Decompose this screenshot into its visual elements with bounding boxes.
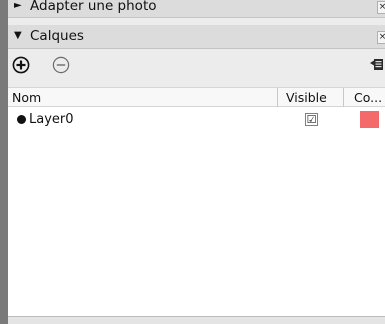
column-header-visible[interactable]: Visible	[286, 90, 327, 105]
details-button[interactable]	[370, 56, 385, 74]
panel-title-adapter-photo: Adapter une photo	[30, 0, 157, 14]
column-header-nom[interactable]: Nom	[12, 90, 41, 105]
add-layer-button[interactable]	[12, 56, 30, 74]
table-row[interactable]: Layer0 ☑	[8, 107, 385, 133]
layer-name: Layer0	[29, 112, 74, 127]
minus-circle-icon	[52, 56, 70, 74]
layer-color-swatch[interactable]	[360, 111, 379, 128]
column-divider[interactable]	[343, 88, 344, 107]
visible-checkbox[interactable]: ☑	[305, 113, 318, 126]
column-header-couleur[interactable]: Co...	[354, 90, 382, 105]
layers-window: ► Adapter une photo × ▼ Calques × Nom Vi…	[8, 0, 385, 324]
remove-layer-button[interactable]	[52, 56, 70, 74]
collapsed-arrow-icon[interactable]: ►	[14, 0, 22, 11]
table-header: Nom Visible Co...	[8, 87, 385, 107]
column-divider[interactable]	[277, 88, 278, 107]
plus-circle-icon	[12, 56, 30, 74]
active-layer-radio-icon[interactable]	[17, 115, 26, 124]
close-icon[interactable]: ×	[377, 1, 385, 14]
panel-header-calques[interactable]: ▼ Calques ×	[8, 25, 385, 49]
expanded-arrow-icon[interactable]: ▼	[14, 30, 22, 41]
layers-table: Nom Visible Co... Layer0 ☑	[8, 87, 385, 316]
panel-title-calques: Calques	[30, 28, 84, 44]
panel-header-adapter-photo[interactable]: ► Adapter une photo ×	[8, 0, 385, 18]
close-icon[interactable]: ×	[377, 31, 385, 44]
layers-toolbar	[8, 49, 385, 87]
details-icon	[370, 59, 383, 70]
panel-bottom-edge	[8, 316, 385, 324]
